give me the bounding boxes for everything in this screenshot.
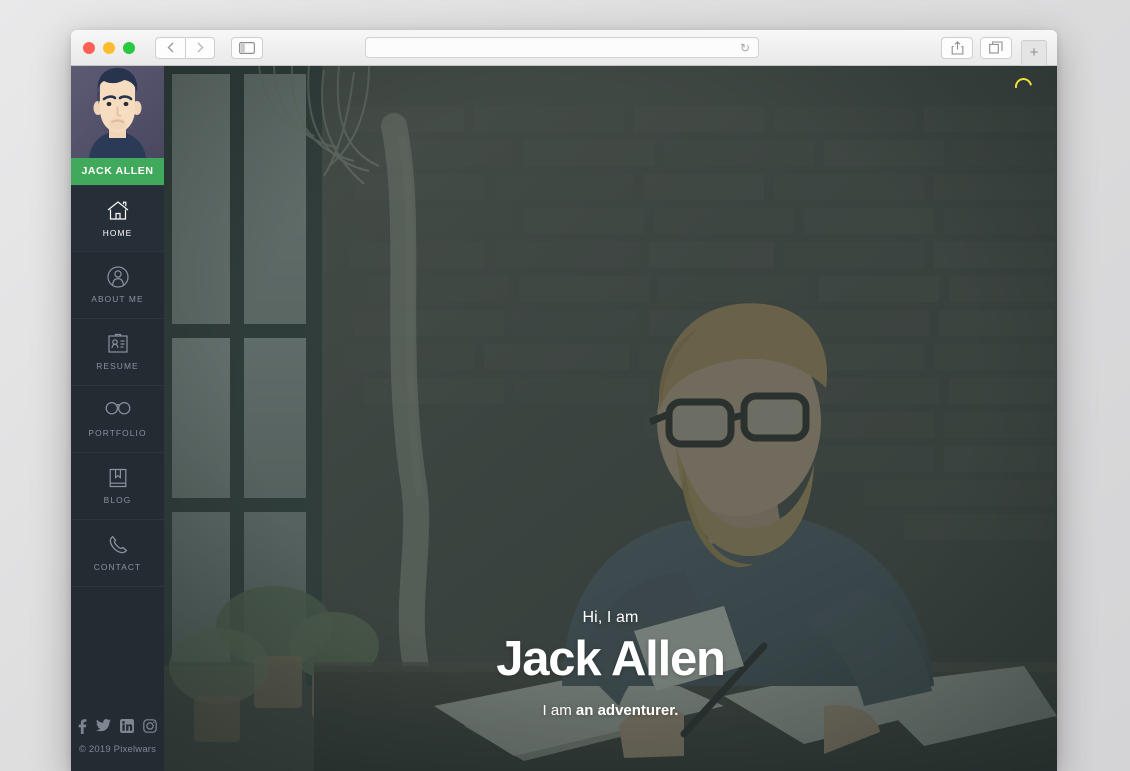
book-icon [107,467,129,489]
page-viewport: Hi, I am Jack Allen I am an adventurer. [71,66,1057,771]
chevron-left-icon [167,42,174,53]
sidebar-item-label: BLOG [103,495,132,505]
twitter-icon[interactable] [96,719,111,734]
navigation-buttons [155,36,215,59]
minimize-window-button[interactable] [103,41,115,54]
browser-toolbar: ↻ + [71,30,1057,66]
hero-text-block: Hi, I am Jack Allen I am an adventurer. [164,609,1057,719]
reload-icon[interactable]: ↻ [740,42,750,54]
sidebar-item-portfolio[interactable]: PORTFOLIO [71,386,164,453]
sidebar-nav: HOME ABOUT ME RESUME PORTFOLIO BLOG CONT… [71,185,164,587]
social-links [71,719,164,744]
linkedin-icon[interactable] [120,719,134,734]
browser-window: ↻ + Hi, I am Jack Allen I am an adventur… [71,30,1057,771]
home-icon [106,200,130,222]
hero-section: Hi, I am Jack Allen I am an adventurer. [164,66,1057,771]
sidebar-item-label: CONTACT [93,562,142,572]
phone-icon [107,534,129,556]
id-card-icon [107,333,129,355]
sidebar-item-resume[interactable]: RESUME [71,319,164,386]
avatar[interactable] [71,66,164,158]
new-tab-button[interactable]: + [1021,39,1047,66]
toolbar-right-buttons: + [941,30,1047,66]
back-button[interactable] [155,36,185,59]
hero-tagline: I am an adventurer. [164,702,1057,719]
window-controls [83,41,135,54]
address-bar[interactable]: ↻ [365,37,759,58]
tabs-icon [989,41,1003,54]
tabs-overview-button[interactable] [980,36,1012,59]
hero-tagline-prefix: I am [542,702,576,719]
sidebar-item-home[interactable]: HOME [71,185,164,252]
hero-tagline-role: an adventurer. [575,702,679,719]
chevron-right-icon [197,42,203,53]
sidebar-item-label: HOME [102,227,133,238]
hero-name: Jack Allen [496,632,726,687]
forward-button[interactable] [185,36,215,59]
sidebar: JACK ALLEN HOME ABOUT ME RESUME PORTFOLI… [71,66,164,771]
share-button[interactable] [941,36,973,59]
close-window-button[interactable] [83,41,95,54]
maximize-window-button[interactable] [123,41,135,54]
hero-greeting: Hi, I am [582,609,639,627]
facebook-icon[interactable] [78,719,87,734]
user-circle-icon [106,266,129,288]
instagram-icon[interactable] [143,719,157,734]
sidebar-icon [239,41,255,54]
copyright-text: © 2019 Pixelwars [78,744,157,755]
sidebar-item-blog[interactable]: BLOG [71,453,164,520]
sidebar-item-label: ABOUT ME [91,294,144,304]
avatar-illustration-icon [71,66,164,158]
sidebar-item-label: RESUME [96,361,139,371]
sidebar-item-label: PORTFOLIO [88,428,147,438]
sidebar-toggle-button[interactable] [231,36,263,59]
profile-name: JACK ALLEN [71,158,164,185]
share-icon [951,40,963,55]
sidebar-item-contact[interactable]: CONTACT [71,520,164,587]
binoculars-icon [105,400,131,422]
sidebar-item-about-me[interactable]: ABOUT ME [71,252,164,319]
